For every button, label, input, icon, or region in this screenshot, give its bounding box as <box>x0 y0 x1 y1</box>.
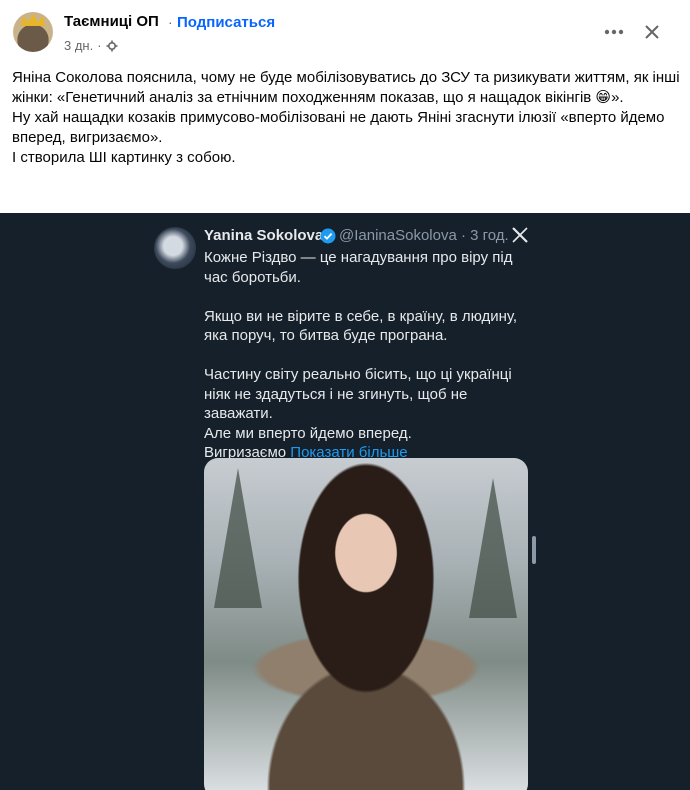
close-button[interactable] <box>636 16 668 48</box>
crown-icon <box>21 14 45 26</box>
post-paragraph: Ну хай нащадки козаків примусово-мобіліз… <box>12 109 665 146</box>
more-horizontal-icon <box>604 29 624 35</box>
tweet-paragraph: Кожне Різдво — це нагадування про віру п… <box>204 249 513 286</box>
gear-globe-icon <box>106 40 118 51</box>
tweet-author-name: Yanina Sokolova <box>204 227 324 244</box>
tweet-paragraph: Якщо ви не вірите в себе, в країну, в лю… <box>204 307 518 345</box>
page-avatar[interactable] <box>13 12 53 52</box>
post-timestamp[interactable]: 3 дн. <box>64 38 93 53</box>
more-options-button[interactable] <box>598 16 630 48</box>
verified-badge-icon <box>320 228 336 244</box>
tweet-line: Але ми вперто йдемо вперед. <box>204 424 412 442</box>
tweet-photo <box>204 458 528 790</box>
tweet-author-avatar <box>154 227 196 269</box>
post-text: Яніна Соколова пояснила, чому не буде мо… <box>12 68 684 168</box>
post-paragraph: Яніна Соколова пояснила, чому не буде мо… <box>12 69 680 106</box>
post-paragraph: І створила ШІ картинку з собою. <box>12 149 236 166</box>
header-separator: · <box>168 14 173 30</box>
image-scrollbar[interactable] <box>532 536 536 564</box>
x-logo-icon <box>512 227 528 243</box>
tweet-paragraph: Частину світу реально бісить, що ці укра… <box>204 366 512 422</box>
page-name-link[interactable]: Таємниці ОП <box>64 13 159 30</box>
tweet-text: Кожне Різдво — це нагадування про віру п… <box>204 248 524 463</box>
close-icon <box>645 25 659 39</box>
meta-separator: · <box>97 38 102 53</box>
post-meta: 3 дн. · <box>64 38 118 53</box>
tweet-handle-time: @IaninaSokolova · 3 год. <box>339 227 509 244</box>
follow-button[interactable]: Подписаться <box>177 14 275 31</box>
post-header: Таємниці ОП · Подписаться 3 дн. · <box>0 0 690 62</box>
